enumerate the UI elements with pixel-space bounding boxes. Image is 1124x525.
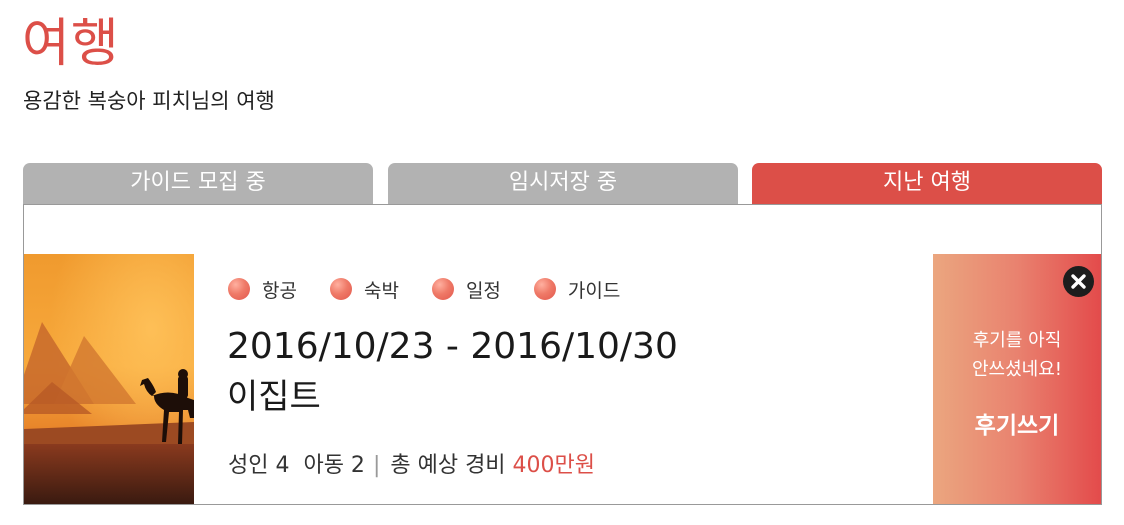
tab-content-header (23, 204, 1102, 255)
badge-schedule: 일정 (431, 276, 501, 303)
tab-draft[interactable]: 임시저장 중 (388, 163, 738, 204)
trip-destination: 이집트 (227, 377, 321, 417)
review-message-line-1: 후기를 아직 (972, 330, 1062, 351)
review-message-line-2: 안쓰셨네요! (971, 359, 1062, 380)
badge-guide: 가이드 (533, 276, 621, 303)
review-reminder-message: 후기를 아직 안쓰셨네요! (933, 326, 1101, 384)
badge-label: 가이드 (567, 279, 621, 302)
lodging-status-dot-icon (329, 278, 352, 300)
summary-separator: | (372, 453, 381, 478)
trip-summary: 성인 4 아동 2 | 총 예상 경비 400만원 (228, 451, 595, 481)
trip-dates: 2016/10/23 - 2016/10/30 (227, 326, 678, 367)
guide-status-dot-icon (533, 278, 556, 300)
schedule-status-dot-icon (431, 278, 454, 300)
cost-label: 총 예상 경비 (390, 453, 506, 478)
badge-lodging: 숙박 (329, 276, 399, 303)
page-subtitle: 용감한 복숭아 피치님의 여행 (23, 89, 275, 113)
trip-photo (24, 254, 194, 504)
review-panel: 후기를 아직 안쓰셨네요! 후기쓰기 (933, 254, 1101, 504)
badge-flight: 항공 (228, 276, 297, 303)
badge-label: 일정 (465, 279, 501, 302)
trip-status-tabs: 가이드 모집 중 임시저장 중 지난 여행 (23, 163, 1102, 204)
traveler-count: 성인 4 아동 2 (228, 453, 365, 478)
trip-card[interactable]: 항공 숙박 일정 가이드 2016/10/23 - 2016/10/30 이집트… (23, 254, 1102, 505)
included-services: 항공 숙박 일정 가이드 (228, 274, 653, 304)
write-review-button[interactable]: 후기쓰기 (953, 406, 1081, 446)
cost-value: 400만원 (512, 453, 596, 478)
close-icon[interactable] (1063, 266, 1094, 297)
tab-recruiting-guide[interactable]: 가이드 모집 중 (23, 163, 373, 204)
egypt-pyramids-camel-photo (24, 254, 194, 504)
page-title: 여행 (22, 14, 120, 74)
badge-label: 숙박 (363, 279, 399, 302)
flight-status-dot-icon (228, 278, 250, 300)
tab-past-trips[interactable]: 지난 여행 (752, 163, 1102, 204)
trips-page: 여행 용감한 복숭아 피치님의 여행 가이드 모집 중 임시저장 중 지난 여행 (0, 0, 1124, 525)
badge-label: 항공 (262, 279, 297, 302)
